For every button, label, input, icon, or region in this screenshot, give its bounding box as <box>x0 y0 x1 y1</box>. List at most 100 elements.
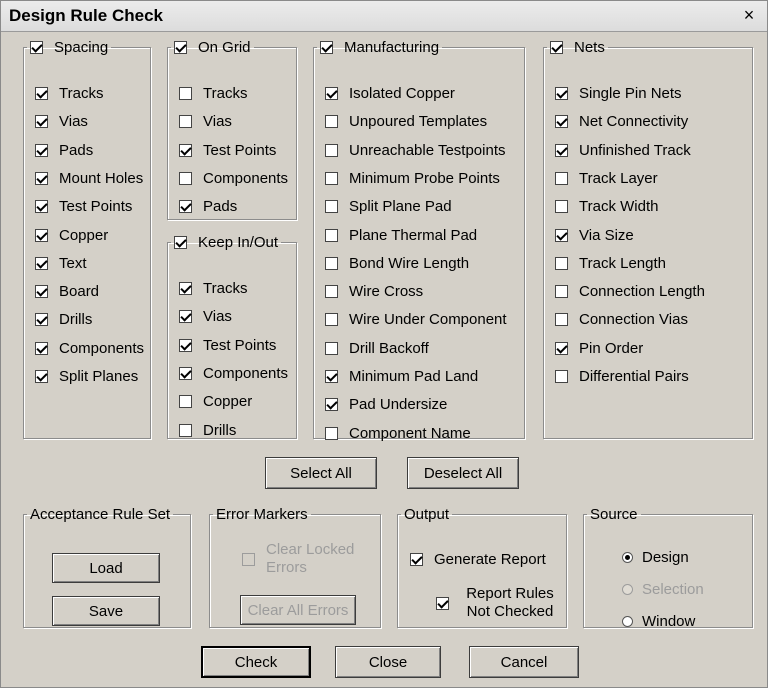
spacing-item[interactable]: Drills <box>35 311 92 328</box>
manufacturing-item[interactable]: Split Plane Pad <box>325 198 452 215</box>
spacing-item[interactable]: Board <box>35 283 99 300</box>
checkbox[interactable] <box>555 341 568 355</box>
source-option-selection[interactable]: Selection <box>622 581 704 598</box>
nets-item[interactable]: Differential Pairs <box>555 368 689 385</box>
checkbox[interactable] <box>555 200 568 214</box>
checkbox[interactable] <box>555 87 568 100</box>
checkbox[interactable] <box>179 143 192 157</box>
close-icon[interactable]: × <box>739 6 759 24</box>
radio-button[interactable] <box>622 584 633 595</box>
nets-item[interactable]: Via Size <box>555 227 634 244</box>
on-grid-item[interactable]: Test Points <box>179 142 276 159</box>
close-button[interactable]: Close <box>335 646 441 678</box>
checkbox[interactable] <box>179 115 192 129</box>
checkbox-manufacturing[interactable] <box>320 41 333 54</box>
checkbox[interactable] <box>325 256 338 270</box>
nets-item[interactable]: Track Length <box>555 255 666 272</box>
nets-item[interactable]: Pin Order <box>555 340 643 357</box>
manufacturing-item[interactable]: Unpoured Templates <box>325 113 487 130</box>
checkbox[interactable] <box>35 171 48 185</box>
checkbox[interactable] <box>35 285 48 299</box>
keep-in-out-item[interactable]: Vias <box>179 308 232 325</box>
report-rules-checkbox[interactable] <box>436 596 449 610</box>
checkbox[interactable] <box>555 285 568 299</box>
checkbox-spacing[interactable] <box>30 41 43 54</box>
checkbox[interactable] <box>325 398 338 412</box>
checkbox[interactable] <box>325 200 338 214</box>
checkbox[interactable] <box>35 313 48 327</box>
spacing-item[interactable]: Text <box>35 255 87 272</box>
manufacturing-item[interactable]: Plane Thermal Pad <box>325 227 477 244</box>
manufacturing-item[interactable]: Minimum Probe Points <box>325 170 500 187</box>
checkbox[interactable] <box>325 370 338 383</box>
on-grid-item[interactable]: Tracks <box>179 85 247 102</box>
select-all-button[interactable]: Select All <box>265 457 377 489</box>
manufacturing-item[interactable]: Wire Cross <box>325 283 423 300</box>
checkbox[interactable] <box>325 285 338 299</box>
spacing-item[interactable]: Mount Holes <box>35 170 143 187</box>
on-grid-item[interactable]: Vias <box>179 113 232 130</box>
nets-item[interactable]: Track Width <box>555 198 658 215</box>
checkbox[interactable] <box>555 143 568 157</box>
on-grid-item[interactable]: Components <box>179 170 288 187</box>
spacing-item[interactable]: Pads <box>35 142 93 159</box>
check-button[interactable]: Check <box>201 646 311 678</box>
cancel-button[interactable]: Cancel <box>469 646 579 678</box>
nets-item[interactable]: Net Connectivity <box>555 113 688 130</box>
on-grid-item[interactable]: Pads <box>179 198 237 215</box>
manufacturing-item[interactable]: Component Name <box>325 425 471 442</box>
checkbox[interactable] <box>325 143 338 157</box>
nets-item[interactable]: Track Layer <box>555 170 658 187</box>
checkbox[interactable] <box>179 87 192 100</box>
nets-item[interactable]: Connection Length <box>555 283 705 300</box>
manufacturing-item[interactable]: Minimum Pad Land <box>325 368 478 385</box>
checkbox[interactable] <box>179 282 192 295</box>
checkbox[interactable] <box>179 395 192 409</box>
clear-locked-errors-checkbox[interactable] <box>242 552 255 566</box>
group-manufacturing-header[interactable]: Manufacturing <box>317 39 442 56</box>
checkbox[interactable] <box>179 338 192 352</box>
checkbox[interactable] <box>325 426 338 440</box>
source-option-design[interactable]: Design <box>622 549 689 566</box>
checkbox[interactable] <box>179 171 192 185</box>
checkbox[interactable] <box>179 366 192 380</box>
checkbox-on-grid[interactable] <box>174 41 187 54</box>
spacing-item[interactable]: Tracks <box>35 85 103 102</box>
checkbox[interactable] <box>179 310 192 324</box>
checkbox[interactable] <box>325 171 338 185</box>
generate-report-option[interactable]: Generate Report <box>410 551 546 568</box>
generate-report-checkbox[interactable] <box>410 553 423 566</box>
checkbox[interactable] <box>325 115 338 129</box>
save-button[interactable]: Save <box>52 596 160 626</box>
spacing-item[interactable]: Split Planes <box>35 368 138 385</box>
manufacturing-item[interactable]: Wire Under Component <box>325 311 507 328</box>
checkbox[interactable] <box>555 370 568 383</box>
checkbox[interactable] <box>179 423 192 437</box>
spacing-item[interactable]: Test Points <box>35 198 132 215</box>
checkbox[interactable] <box>35 200 48 214</box>
manufacturing-item[interactable]: Bond Wire Length <box>325 255 469 272</box>
spacing-item[interactable]: Vias <box>35 113 88 130</box>
group-nets-header[interactable]: Nets <box>547 39 608 56</box>
checkbox[interactable] <box>555 313 568 327</box>
checkbox[interactable] <box>35 256 48 270</box>
manufacturing-item[interactable]: Pad Undersize <box>325 396 447 413</box>
clear-locked-errors-option[interactable]: Clear Locked Errors <box>242 541 366 577</box>
checkbox-nets[interactable] <box>550 41 563 54</box>
checkbox[interactable] <box>35 370 48 383</box>
checkbox[interactable] <box>555 256 568 270</box>
source-option-window[interactable]: Window <box>622 613 695 630</box>
checkbox-keep-in-out[interactable] <box>174 236 187 249</box>
deselect-all-button[interactable]: Deselect All <box>407 457 519 489</box>
checkbox[interactable] <box>325 341 338 355</box>
keep-in-out-item[interactable]: Components <box>179 365 288 382</box>
checkbox[interactable] <box>35 143 48 157</box>
checkbox[interactable] <box>325 87 338 100</box>
manufacturing-item[interactable]: Drill Backoff <box>325 340 429 357</box>
group-keep-in-out-header[interactable]: Keep In/Out <box>171 234 281 251</box>
checkbox[interactable] <box>555 228 568 242</box>
spacing-item[interactable]: Components <box>35 340 144 357</box>
checkbox[interactable] <box>35 87 48 100</box>
group-on-grid-header[interactable]: On Grid <box>171 39 254 56</box>
report-rules-option[interactable]: Report Rules Not Checked <box>436 585 560 621</box>
